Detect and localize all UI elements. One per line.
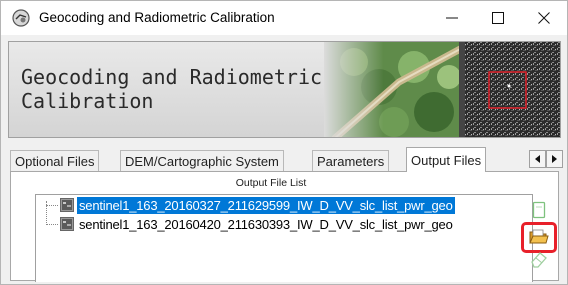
list-item[interactable]: sentinel1_163_20160420_211630393_IW_D_VV…: [60, 215, 455, 233]
dialog-window: Geocoding and Radiometric Calibration Ge…: [0, 0, 568, 285]
maximize-icon: [492, 12, 504, 24]
image-file-icon: [60, 217, 74, 231]
minimize-button[interactable]: [429, 1, 475, 35]
list-item[interactable]: sentinel1_163_20160327_211629599_IW_D_VV…: [60, 196, 455, 214]
new-file-button[interactable]: [527, 198, 551, 222]
output-file-list-title: Output File List: [235, 177, 307, 189]
tree-connector: [46, 224, 58, 225]
output-file-list[interactable]: sentinel1_163_20160327_211629599_IW_D_VV…: [35, 194, 533, 282]
tab-dem-cartographic-system[interactable]: DEM/Cartographic System: [120, 150, 284, 171]
open-folder-button[interactable]: [527, 225, 551, 249]
eraser-icon: [531, 252, 547, 268]
minimize-icon: [446, 17, 458, 19]
window-title: Geocoding and Radiometric Calibration: [39, 10, 275, 25]
tab-parameters[interactable]: Parameters: [312, 150, 390, 171]
list-item-label: sentinel1_163_20160420_211630393_IW_D_VV…: [79, 216, 453, 232]
tab-scroll-right-button[interactable]: [546, 150, 563, 168]
arrow-left-icon: [535, 155, 540, 163]
maximize-button[interactable]: [475, 1, 521, 35]
tab-output-files[interactable]: Output Files: [406, 147, 487, 172]
banner-title: Geocoding and Radiometric Calibration: [21, 65, 323, 113]
tab-scroll-left-button[interactable]: [529, 150, 546, 168]
banner-satellite-image: [324, 42, 560, 137]
eraser-button[interactable]: [527, 247, 551, 271]
tree-connector: [46, 205, 58, 206]
list-item-label: sentinel1_163_20160327_211629599_IW_D_VV…: [77, 196, 455, 214]
tab-optional-files[interactable]: Optional Files: [10, 150, 100, 171]
image-file-icon: [60, 198, 74, 212]
title-bar[interactable]: Geocoding and Radiometric Calibration: [1, 1, 567, 35]
app-icon: [12, 9, 30, 27]
close-icon: [538, 12, 550, 24]
arrow-right-icon: [552, 155, 557, 163]
header-banner: Geocoding and Radiometric Calibration: [8, 41, 561, 138]
open-folder-icon: [529, 229, 549, 244]
new-file-icon: [532, 201, 546, 219]
close-button[interactable]: [521, 1, 567, 35]
output-files-panel: Output File List sentinel1_163_20160327_…: [10, 171, 559, 282]
